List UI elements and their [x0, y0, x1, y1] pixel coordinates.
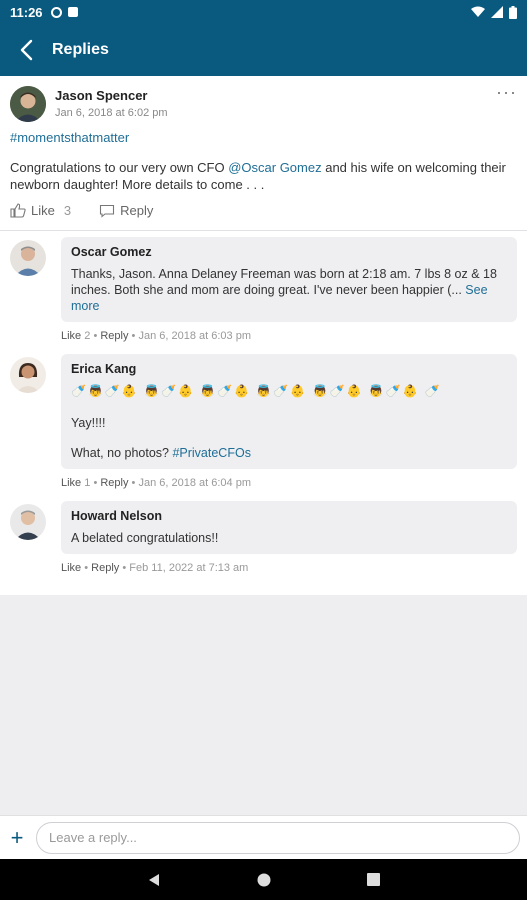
storage-status-icon — [67, 7, 78, 17]
reply-reply-button[interactable]: Reply — [100, 330, 128, 342]
reply-text-part: What, no photos? — [71, 446, 173, 460]
post-text-start: Congratulations to our very own CFO — [10, 160, 229, 175]
like-label: Like — [31, 203, 55, 218]
battery-icon — [509, 5, 517, 19]
person-avatar-icon — [10, 240, 46, 276]
page-title: Replies — [52, 41, 109, 58]
reply-composer: + — [0, 815, 527, 859]
original-post: Jason Spencer Jan 6, 2018 at 6:02 pm ···… — [0, 76, 527, 231]
reply-hashtag[interactable]: #PrivateCFOs — [172, 446, 251, 460]
reply-meta: Like • Reply • Feb 11, 2022 at 7:13 am — [61, 562, 249, 574]
reply-label: Reply — [120, 203, 154, 218]
reply-text: Yay!!!! — [71, 416, 106, 430]
nav-back-icon — [149, 873, 159, 886]
reply-date: Jan 6, 2018 at 6:04 pm — [138, 477, 251, 489]
nav-home-icon — [257, 873, 271, 886]
reply-like-label: Like — [61, 330, 82, 342]
thread-content: Jason Spencer Jan 6, 2018 at 6:02 pm ···… — [0, 76, 527, 595]
nav-home-button[interactable] — [257, 873, 271, 887]
reply-item: Erica Kang 🍼👼🍼👶 👼🍼👶 👼🍼👶 👼🍼👶 👼🍼👶 👼🍼👶 🍼 Ya… — [0, 354, 527, 501]
post-author-name[interactable]: Jason Spencer — [55, 88, 168, 103]
add-attachment-button[interactable]: + — [2, 825, 32, 851]
reply-text: What, no photos? #PrivateCFOs — [71, 445, 507, 461]
reply-item: Oscar Gomez Thanks, Jason. Anna Delaney … — [0, 237, 527, 354]
reply-like-label: Like — [61, 477, 82, 489]
reply-like-count: 2 — [84, 330, 91, 342]
reply-like-count: 1 — [84, 477, 91, 489]
mention-link[interactable]: @Oscar Gomez — [228, 160, 321, 175]
status-time: 11:26 — [10, 4, 43, 20]
reply-like-button[interactable]: Like — [61, 562, 81, 574]
comment-icon — [100, 204, 115, 218]
post-author-avatar[interactable] — [10, 86, 46, 122]
replies-list: Oscar Gomez Thanks, Jason. Anna Delaney … — [0, 231, 527, 595]
reply-text: A belated congratulations!! — [71, 531, 219, 545]
more-options-button[interactable]: ··· — [496, 82, 517, 103]
reply-author-avatar[interactable] — [10, 357, 46, 393]
like-button[interactable]: Like 3 — [10, 203, 71, 218]
thumbs-up-icon — [10, 203, 26, 218]
reply-reply-button[interactable]: Reply — [100, 477, 128, 489]
nav-back-button[interactable] — [147, 873, 161, 887]
status-bar: 11:26 — [0, 0, 527, 24]
reply-item: Howard Nelson A belated congratulations!… — [0, 501, 527, 586]
reply-date: Feb 11, 2022 at 7:13 am — [129, 562, 249, 574]
reply-bubble: Oscar Gomez Thanks, Jason. Anna Delaney … — [61, 237, 517, 322]
person-avatar-icon — [10, 357, 46, 393]
reply-reply-button[interactable]: Reply — [91, 562, 119, 574]
nav-recents-icon — [367, 873, 380, 886]
app-bar: Replies — [0, 24, 527, 76]
reply-bubble: Erica Kang 🍼👼🍼👶 👼🍼👶 👼🍼👶 👼🍼👶 👼🍼👶 👼🍼👶 🍼 Ya… — [61, 354, 517, 469]
post-hashtag[interactable]: #momentsthatmatter — [10, 130, 517, 145]
reply-input[interactable] — [36, 821, 520, 854]
reply-author-name[interactable]: Erica Kang — [71, 361, 507, 377]
reply-like-button[interactable]: Like 2 — [61, 330, 90, 342]
system-nav-bar — [0, 859, 527, 900]
reply-like-button[interactable]: Like 1 — [61, 477, 90, 489]
reply-author-avatar[interactable] — [10, 240, 46, 276]
signal-icon — [491, 6, 503, 18]
reply-date: Jan 6, 2018 at 6:03 pm — [138, 330, 251, 342]
reply-author-name[interactable]: Howard Nelson — [71, 508, 507, 524]
post-date: Jan 6, 2018 at 6:02 pm — [55, 107, 168, 119]
emoji-line: 🍼👼🍼👶 👼🍼👶 👼🍼👶 👼🍼👶 👼🍼👶 👼🍼👶 🍼 — [71, 384, 442, 398]
reply-bubble: Howard Nelson A belated congratulations!… — [61, 501, 517, 554]
post-text: Congratulations to our very own CFO @Osc… — [10, 159, 517, 193]
reply-button[interactable]: Reply — [99, 203, 153, 218]
like-count: 3 — [63, 203, 72, 218]
reply-meta: Like 2 • Reply • Jan 6, 2018 at 6:03 pm — [61, 330, 251, 342]
person-avatar-icon — [10, 86, 46, 122]
person-avatar-icon — [10, 504, 46, 540]
sync-status-icon — [50, 6, 62, 18]
reply-author-name[interactable]: Oscar Gomez — [71, 244, 507, 260]
reply-text: Thanks, Jason. Anna Delaney Freeman was … — [71, 267, 497, 297]
back-button[interactable] — [0, 24, 52, 76]
post-actions: Like 3 Reply — [10, 203, 517, 218]
reply-meta: Like 1 • Reply • Jan 6, 2018 at 6:04 pm — [61, 477, 251, 489]
reply-author-avatar[interactable] — [10, 504, 46, 540]
back-arrow-icon — [20, 39, 33, 61]
nav-recents-button[interactable] — [367, 873, 380, 886]
wifi-icon — [471, 6, 485, 17]
